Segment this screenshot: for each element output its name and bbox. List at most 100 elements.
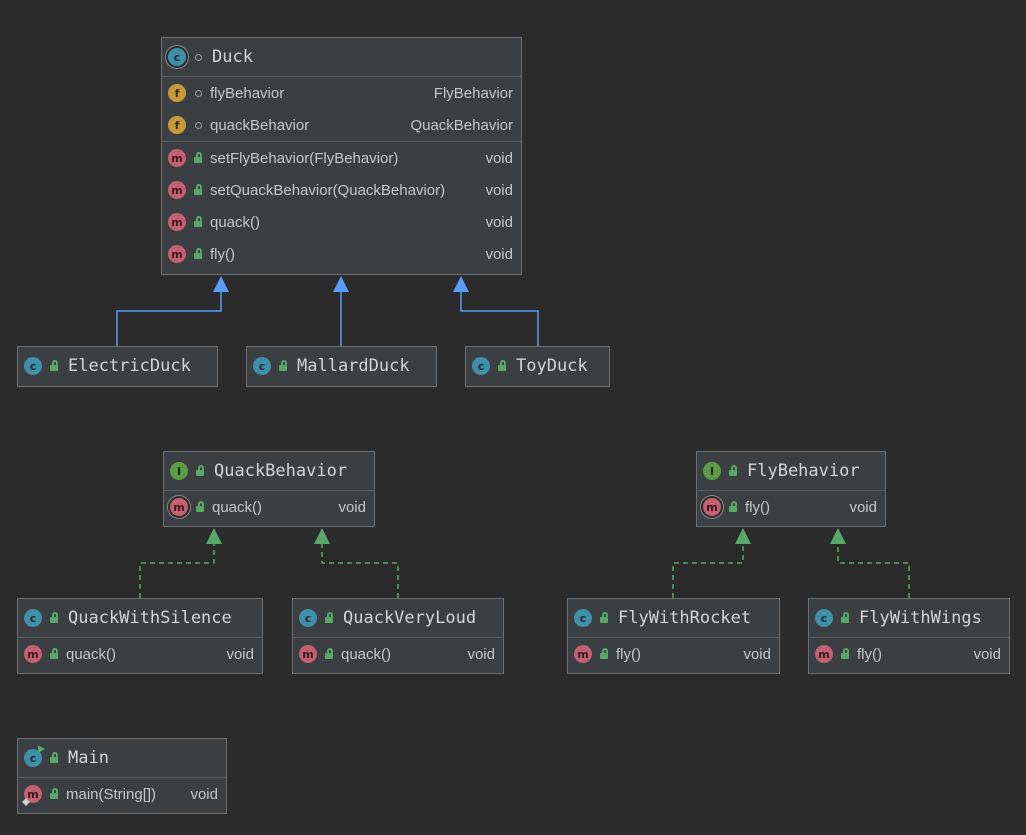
method-row[interactable]: m setFlyBehavior(FlyBehavior) void (162, 142, 521, 174)
method-return-type: void (467, 645, 495, 663)
class-icon: c (253, 357, 271, 375)
quackbehavior-interface-node[interactable]: I QuackBehavior m quack() void (163, 451, 375, 527)
arrowhead-mallardduck (333, 276, 349, 292)
method-row[interactable]: m quack() void (293, 638, 503, 670)
method-icon: m (815, 645, 833, 663)
field-row[interactable]: f flyBehavior FlyBehavior (162, 77, 521, 109)
toyduck-header: c ToyDuck (466, 347, 609, 385)
flywithrocket-class-node[interactable]: c FlyWithRocket m fly() void (567, 598, 780, 674)
flywithwings-class-node[interactable]: c FlyWithWings m fly() void (808, 598, 1010, 674)
static-method-icon: m (22, 785, 42, 806)
mallardduck-title: MallardDuck (297, 356, 410, 376)
flybehavior-title: FlyBehavior (747, 461, 860, 481)
method-return-type: void (190, 785, 218, 803)
method-icon: m (168, 213, 186, 231)
abstract-method-icon: m (170, 498, 188, 516)
method-icon: m (574, 645, 592, 663)
field-icon: f (168, 84, 186, 102)
implements-arrowheads (206, 528, 846, 544)
method-return-type: void (485, 149, 513, 167)
method-name: quack() (66, 645, 117, 663)
public-lock-icon (48, 788, 60, 800)
method-name: fly() (857, 645, 882, 663)
interface-icon: I (170, 462, 188, 480)
method-return-type: void (338, 498, 366, 516)
public-lock-icon (194, 465, 206, 477)
abstract-class-icon: c (168, 48, 186, 66)
package-private-icon (192, 87, 204, 99)
quackwithsilence-methods: m quack() void (18, 637, 262, 670)
quackwithsilence-class-node[interactable]: c QuackWithSilence m quack() void (17, 598, 263, 674)
electricduck-header: c ElectricDuck (18, 347, 217, 385)
method-row[interactable]: m fly() void (162, 238, 521, 270)
method-row[interactable]: m quack() void (164, 491, 374, 523)
public-lock-icon (48, 648, 60, 660)
implements-edges (139, 542, 910, 598)
duck-header: c Duck (162, 38, 521, 76)
edge-flywithrocket-flybehavior (672, 542, 744, 598)
method-return-type: void (485, 213, 513, 231)
method-name: setFlyBehavior(FlyBehavior) (210, 149, 399, 167)
public-lock-icon (194, 501, 206, 513)
method-row[interactable]: m quack() void (18, 638, 262, 670)
method-row[interactable]: m setQuackBehavior(QuackBehavior) void (162, 174, 521, 206)
public-lock-icon (496, 360, 508, 372)
public-lock-icon (192, 152, 204, 164)
arrowhead-flywithrocket (735, 528, 751, 544)
arrowhead-toyduck (453, 276, 469, 292)
method-return-type: void (485, 181, 513, 199)
duck-class-node[interactable]: c Duck f flyBehavior FlyBehavior f quack… (161, 37, 522, 275)
method-name: setQuackBehavior(QuackBehavior) (210, 181, 446, 199)
abstract-method-icon: m (703, 498, 721, 516)
main-class-node[interactable]: c Main m main(String[]) void (17, 738, 227, 814)
method-name: fly() (745, 498, 770, 516)
method-row[interactable]: m fly() void (697, 491, 885, 523)
method-return-type: void (485, 245, 513, 263)
extends-arrowheads (213, 276, 469, 292)
flywithwings-methods: m fly() void (809, 637, 1009, 670)
main-header: c Main (18, 739, 226, 777)
class-icon: c (299, 609, 317, 627)
quackbehavior-methods: m quack() void (164, 490, 374, 523)
flybehavior-header: I FlyBehavior (697, 452, 885, 490)
public-lock-icon (192, 184, 204, 196)
public-lock-icon (839, 612, 851, 624)
duck-title: Duck (212, 47, 253, 67)
quackbehavior-title: QuackBehavior (214, 461, 348, 481)
flywithrocket-methods: m fly() void (568, 637, 779, 670)
method-row[interactable]: m fly() void (809, 638, 1009, 670)
quackwithsilence-title: QuackWithSilence (68, 608, 232, 628)
flywithwings-title: FlyWithWings (859, 608, 982, 628)
method-row[interactable]: m main(String[]) void (18, 778, 226, 810)
method-name: fly() (616, 645, 641, 663)
mallardduck-class-node[interactable]: c MallardDuck (246, 346, 437, 387)
runnable-class-icon: c (24, 745, 45, 767)
electricduck-title: ElectricDuck (68, 356, 191, 376)
main-title: Main (68, 748, 109, 768)
flywithwings-header: c FlyWithWings (809, 599, 1009, 637)
public-lock-icon (727, 501, 739, 513)
field-name: quackBehavior (210, 116, 310, 134)
quackbehavior-header: I QuackBehavior (164, 452, 374, 490)
public-lock-icon (48, 612, 60, 624)
method-return-type: void (743, 645, 771, 663)
main-methods: m main(String[]) void (18, 777, 226, 810)
mallardduck-header: c MallardDuck (247, 347, 436, 385)
class-icon: c (574, 609, 592, 627)
method-row[interactable]: m fly() void (568, 638, 779, 670)
field-row[interactable]: f quackBehavior QuackBehavior (162, 109, 521, 141)
toyduck-class-node[interactable]: c ToyDuck (465, 346, 610, 387)
public-lock-icon (48, 360, 60, 372)
method-name: main(String[]) (66, 785, 157, 803)
method-return-type: void (226, 645, 254, 663)
edge-quackwithsilence-quackbehavior (139, 542, 215, 598)
method-icon: m (24, 645, 42, 663)
public-lock-icon (323, 648, 335, 660)
public-lock-icon (277, 360, 289, 372)
flybehavior-interface-node[interactable]: I FlyBehavior m fly() void (696, 451, 886, 527)
quackveryloud-class-node[interactable]: c QuackVeryLoud m quack() void (292, 598, 504, 674)
method-name: quack() (341, 645, 392, 663)
electricduck-class-node[interactable]: c ElectricDuck (17, 346, 218, 387)
method-row[interactable]: m quack() void (162, 206, 521, 238)
class-icon: c (815, 609, 833, 627)
